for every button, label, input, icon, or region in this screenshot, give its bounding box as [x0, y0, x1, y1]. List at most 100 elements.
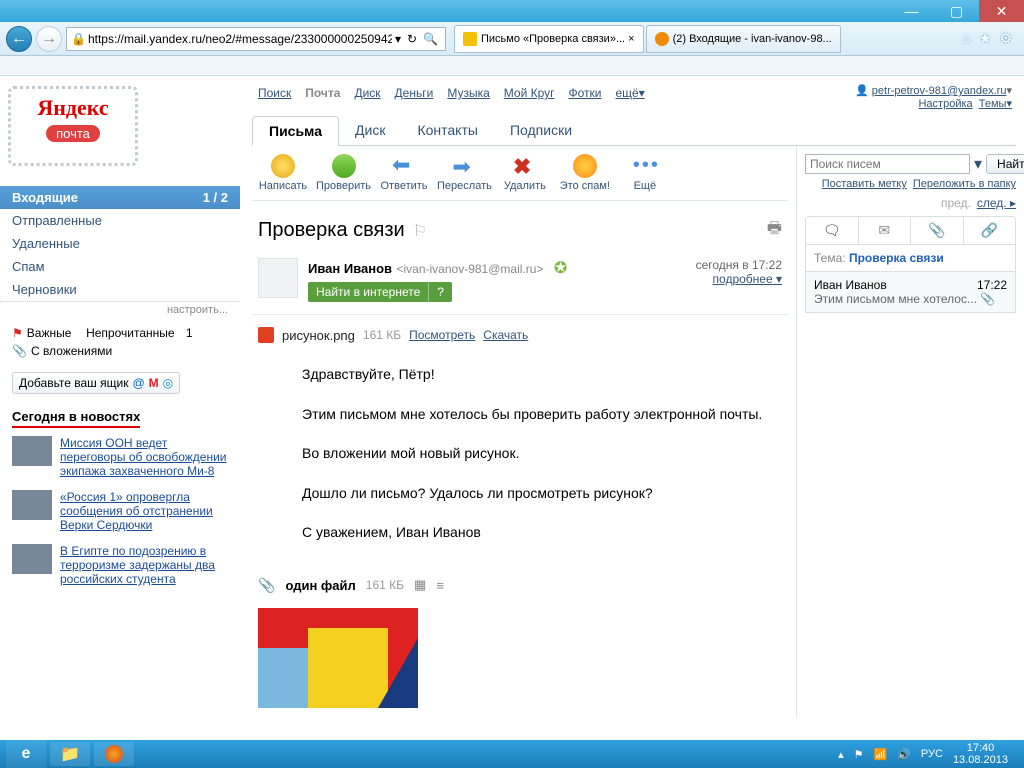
address-bar[interactable]: 🔒 ▾ ↻ 🔍: [66, 27, 446, 51]
set-label-link[interactable]: Поставить метку: [822, 178, 907, 190]
tab-contacts[interactable]: Контакты: [401, 116, 493, 145]
add-mailbox-button[interactable]: Добавьте ваш ящик @ M ◎: [12, 372, 180, 394]
start-button[interactable]: e: [6, 740, 46, 768]
top-nav: Поиск Почта Диск Деньги Музыка Мой Круг …: [252, 76, 651, 110]
label-important[interactable]: ⚑Важные Непрочитанные 1: [12, 324, 228, 342]
spam-button[interactable]: Это спам!: [558, 154, 612, 192]
reply-button[interactable]: ⬅Ответить: [377, 154, 431, 192]
themes-link[interactable]: Темы▾: [979, 98, 1012, 110]
home-icon[interactable]: ⌂: [962, 30, 970, 47]
flag-icon[interactable]: ⚐: [413, 221, 427, 241]
news-item[interactable]: Миссия ООН ведет переговоры об освобожде…: [12, 436, 228, 478]
nav-money[interactable]: Деньги: [395, 86, 434, 106]
check-button[interactable]: Проверить: [316, 154, 371, 192]
maximize-button[interactable]: ▢: [934, 0, 979, 22]
tray-volume-icon[interactable]: 🔊: [897, 748, 911, 761]
close-button[interactable]: ✕: [979, 0, 1024, 22]
search-icon[interactable]: 🔍: [423, 32, 438, 46]
search-button[interactable]: Найти: [986, 154, 1024, 174]
list-icon[interactable]: ≡: [436, 578, 444, 593]
delete-button[interactable]: ✖Удалить: [498, 154, 552, 192]
folder-list: Входящие1 / 2 Отправленные Удаленные Спа…: [0, 186, 240, 301]
folder-sent[interactable]: Отправленные: [0, 209, 240, 232]
forward-button[interactable]: ➡Переслать: [437, 154, 492, 192]
link-tab[interactable]: 🔗: [964, 217, 1016, 244]
thread-tab[interactable]: 🗨: [806, 217, 859, 244]
forward-icon: ➡: [452, 154, 476, 178]
search-internet-button[interactable]: Найти в интернете?: [308, 282, 452, 302]
dropdown-icon[interactable]: ▾: [395, 32, 401, 46]
nav-music[interactable]: Музыка: [447, 86, 489, 106]
mail-search-input[interactable]: [805, 154, 970, 174]
news-item[interactable]: В Египте по подозрению в терроризме заде…: [12, 544, 228, 586]
back-button[interactable]: ←: [6, 26, 32, 52]
tab-disk[interactable]: Диск: [339, 116, 401, 145]
folder-spam[interactable]: Спам: [0, 255, 240, 278]
search-dropdown-icon[interactable]: ▾: [974, 154, 982, 174]
tray-up-icon[interactable]: ▴: [838, 748, 844, 761]
move-folder-link[interactable]: Переложить в папку: [913, 178, 1016, 190]
minimize-button[interactable]: —: [889, 0, 934, 22]
right-pane: ▾ Найти Поставить меткуПереложить в папк…: [796, 146, 1016, 718]
next-link[interactable]: след. ▸: [977, 196, 1016, 210]
thread-item[interactable]: Иван Иванов17:22 Этим письмом мне хотело…: [806, 272, 1015, 312]
grid-icon[interactable]: ▦: [414, 577, 426, 593]
more-button[interactable]: •••Ещё: [618, 154, 672, 192]
mailru-icon: ◎: [163, 376, 173, 390]
attach-tab[interactable]: 📎: [911, 217, 964, 244]
flag-icon: ⚑: [12, 326, 23, 340]
attachment-size: 161 КБ: [363, 328, 401, 342]
tools-icon[interactable]: ⚙: [999, 30, 1012, 47]
tab-label: (2) Входящие - ivan-ivanov-98...: [673, 33, 832, 45]
tray-network-icon[interactable]: 📶: [874, 748, 888, 761]
tab-subscriptions[interactable]: Подписки: [494, 116, 588, 145]
print-icon[interactable]: 🖶: [767, 217, 782, 244]
label-attachments[interactable]: 📎С вложениями: [12, 342, 228, 360]
spam-icon: [573, 154, 597, 178]
browser-tab-2[interactable]: (2) Входящие - ivan-ivanov-98...: [646, 25, 841, 53]
subject-block: Тема: Проверка связи: [805, 245, 1016, 272]
nav-more[interactable]: ещё▾: [616, 86, 645, 106]
refresh-icon[interactable]: ↻: [407, 32, 417, 46]
url-input[interactable]: [88, 32, 392, 46]
system-tray: ▴ ⚑ 📶 🔊 РУС 17:40 13.08.2013: [828, 742, 1018, 766]
configure-link[interactable]: настроить...: [0, 301, 240, 318]
compose-button[interactable]: Написать: [256, 154, 310, 192]
nav-search[interactable]: Поиск: [258, 86, 291, 106]
envelope-tab[interactable]: ✉: [859, 217, 912, 244]
taskbar-explorer[interactable]: 📁: [50, 742, 90, 766]
tray-lang[interactable]: РУС: [921, 748, 943, 760]
sidebar: Яндекс почта Входящие1 / 2 Отправленные …: [0, 76, 240, 740]
browser-tab-1[interactable]: Письмо «Проверка связи»... ×: [454, 25, 644, 53]
forward-button[interactable]: →: [36, 26, 62, 52]
folder-drafts[interactable]: Черновики: [0, 278, 240, 301]
tray-clock[interactable]: 17:40 13.08.2013: [953, 742, 1008, 766]
folder-inbox[interactable]: Входящие1 / 2: [0, 186, 240, 209]
news-item[interactable]: «Россия 1» опровергла сообщения об отстр…: [12, 490, 228, 532]
clip-icon: 📎: [12, 344, 27, 358]
logo-text: Яндекс: [37, 95, 108, 121]
folder-deleted[interactable]: Удаленные: [0, 232, 240, 255]
tray-flag-icon[interactable]: ⚑: [854, 748, 864, 761]
nav-mail[interactable]: Почта: [305, 86, 340, 106]
message-pane-tabs: 🗨 ✉ 📎 🔗: [805, 216, 1016, 245]
file-icon: [258, 327, 274, 343]
ribbon-icon: ✪: [554, 260, 567, 277]
prev-link: пред.: [941, 196, 971, 210]
details-link[interactable]: подробнее ▾: [713, 272, 782, 286]
tab-letters[interactable]: Письма: [252, 116, 339, 146]
settings-link[interactable]: Настройка: [918, 98, 972, 110]
attachment-name: рисунок.png: [282, 328, 355, 343]
taskbar-firefox[interactable]: [94, 742, 134, 766]
nav-photos[interactable]: Фотки: [569, 86, 602, 106]
browser-menu: ⌂ ★ ⚙: [956, 30, 1018, 47]
nav-circle[interactable]: Мой Круг: [504, 86, 555, 106]
attachment-thumbnail[interactable]: [258, 608, 418, 708]
account-email[interactable]: petr-petrov-981@yandex.ru: [872, 85, 1007, 97]
favorites-icon[interactable]: ★: [979, 30, 992, 47]
view-link[interactable]: Посмотреть: [409, 328, 475, 342]
sender-name: Иван Иванов: [308, 261, 392, 276]
download-link[interactable]: Скачать: [483, 328, 528, 342]
command-bar: [0, 56, 1024, 76]
nav-disk[interactable]: Диск: [354, 86, 380, 106]
